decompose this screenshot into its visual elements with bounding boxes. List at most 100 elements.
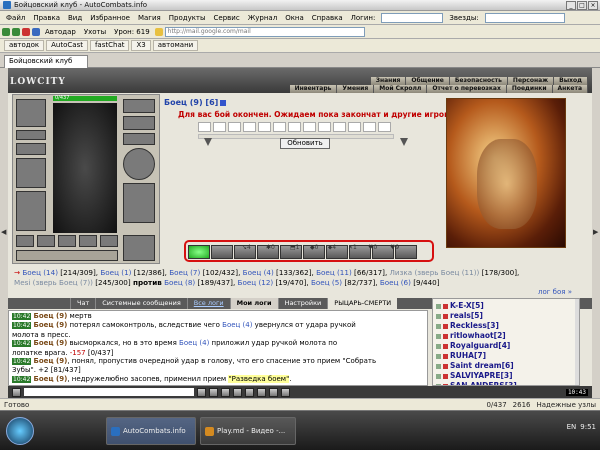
belt-slot-4[interactable] bbox=[79, 235, 97, 247]
private-msg-icon[interactable] bbox=[436, 333, 441, 339]
people-icon[interactable] bbox=[281, 387, 290, 397]
nav-exit[interactable]: Выход bbox=[554, 77, 588, 85]
private-msg-icon[interactable] bbox=[436, 343, 441, 349]
grid-cell[interactable] bbox=[273, 122, 286, 132]
left-arrow-icon[interactable]: ◀ bbox=[1, 228, 6, 236]
tray-clock[interactable]: 9:51 bbox=[580, 423, 596, 431]
grid-cell[interactable] bbox=[303, 122, 316, 132]
menu-file[interactable]: Файл bbox=[2, 14, 29, 22]
nav-knowledge[interactable]: Знания bbox=[370, 77, 407, 85]
tab-my-logs[interactable]: Мои логи bbox=[229, 298, 278, 309]
user-name[interactable]: SALVIYAPRE[3] bbox=[450, 371, 513, 381]
grid-cell[interactable] bbox=[243, 122, 256, 132]
right-arrow-icon[interactable]: ▶ bbox=[593, 228, 598, 236]
tab-settings[interactable]: Настройки bbox=[277, 298, 328, 309]
leggings-slot[interactable] bbox=[123, 183, 155, 223]
fighter-name[interactable]: Боец (8) bbox=[164, 278, 195, 287]
stop-icon[interactable] bbox=[22, 27, 30, 36]
user-row[interactable]: Saint dream[6] bbox=[436, 361, 576, 371]
user-name[interactable]: K-E-X[5] bbox=[450, 301, 484, 311]
fighter-name[interactable]: Боец (6) bbox=[380, 278, 411, 287]
grid-cell[interactable] bbox=[348, 122, 361, 132]
userlist-scrollbar[interactable] bbox=[575, 299, 579, 385]
door-icon[interactable] bbox=[269, 387, 278, 397]
login-input[interactable] bbox=[381, 12, 444, 23]
fight-log-link[interactable]: лог боя » bbox=[538, 288, 572, 296]
chat-menu-icon[interactable] bbox=[12, 387, 21, 397]
menu-favorites[interactable]: Избранное bbox=[86, 14, 134, 22]
task-autocombats[interactable]: AutoCombats.info bbox=[106, 417, 196, 445]
user-row[interactable]: reals[5] bbox=[436, 311, 576, 321]
send-icon[interactable] bbox=[197, 387, 206, 397]
clear-icon[interactable] bbox=[233, 387, 242, 397]
link-autocast[interactable]: AutoCast bbox=[46, 40, 88, 51]
fighter-name[interactable]: Боец (4) bbox=[222, 321, 252, 329]
maximize-button[interactable]: □ bbox=[577, 1, 587, 10]
private-msg-icon[interactable] bbox=[436, 303, 441, 309]
tab-chat[interactable]: Чат bbox=[70, 298, 95, 309]
menu-magic[interactable]: Магия bbox=[134, 14, 165, 22]
private-msg-icon[interactable] bbox=[436, 353, 441, 359]
grid-cell[interactable] bbox=[258, 122, 271, 132]
user-row[interactable]: Royalguard[4] bbox=[436, 341, 576, 351]
link-fastchat[interactable]: fastChat bbox=[89, 40, 130, 51]
fighter-name[interactable]: Боец (12) bbox=[238, 278, 274, 287]
grid-cell[interactable] bbox=[378, 122, 391, 132]
helmet-slot[interactable] bbox=[16, 99, 46, 127]
nav-skills[interactable]: Умения bbox=[337, 85, 375, 93]
belt-slot-3[interactable] bbox=[58, 235, 76, 247]
tab-system-messages[interactable]: Системные сообщения bbox=[95, 298, 187, 309]
link-automani[interactable]: автомани bbox=[152, 40, 199, 51]
grid-cell[interactable] bbox=[333, 122, 346, 132]
user-name[interactable]: Royalguard[4] bbox=[450, 341, 510, 351]
user-name[interactable]: RUHA[7] bbox=[450, 351, 486, 361]
user-name[interactable]: reals[5] bbox=[450, 311, 483, 321]
fighter-name[interactable]: Боец (9) bbox=[34, 357, 68, 365]
tab-fight-club[interactable]: Бойцовский клуб bbox=[4, 55, 88, 68]
gloves-slot[interactable] bbox=[123, 116, 155, 130]
grid-cell[interactable] bbox=[198, 122, 211, 132]
nav-character[interactable]: Персонаж bbox=[507, 77, 555, 85]
skill-slot-active[interactable] bbox=[188, 245, 210, 259]
grid-cell[interactable] bbox=[213, 122, 226, 132]
nav-transport-report[interactable]: Отчет о перевозках bbox=[427, 85, 507, 93]
user-name[interactable]: Saint dream[6] bbox=[450, 361, 514, 371]
private-msg-icon[interactable] bbox=[436, 373, 441, 379]
forward-icon[interactable] bbox=[12, 27, 20, 36]
skill-slot[interactable] bbox=[211, 245, 233, 259]
menu-service[interactable]: Сервис bbox=[210, 14, 244, 22]
info-icon[interactable] bbox=[220, 99, 227, 106]
grid-cell[interactable] bbox=[288, 122, 301, 132]
boots-slot[interactable] bbox=[123, 235, 155, 261]
fighter-name[interactable]: Боец (7) bbox=[169, 268, 200, 277]
fighter-name[interactable]: Боец (9) bbox=[34, 312, 68, 320]
stars-select[interactable] bbox=[484, 12, 565, 23]
menu-help[interactable]: Справка bbox=[308, 14, 347, 22]
fighter-name[interactable]: Боец (9) bbox=[34, 375, 68, 383]
chat-input[interactable] bbox=[24, 388, 194, 396]
smiles-icon[interactable] bbox=[209, 387, 218, 397]
fighter-name[interactable]: Mesi (зверь Боец (7)) bbox=[14, 278, 93, 287]
private-msg-icon[interactable] bbox=[436, 313, 441, 319]
start-button[interactable] bbox=[6, 417, 34, 445]
bag-slots[interactable] bbox=[16, 250, 118, 261]
fighter-name[interactable]: Лизка (зверь Боец (11)) bbox=[390, 268, 480, 277]
shield-slot[interactable] bbox=[123, 148, 155, 180]
close-button[interactable]: × bbox=[588, 1, 598, 10]
belt-slot-2[interactable] bbox=[37, 235, 55, 247]
belt-slot-5[interactable] bbox=[100, 235, 118, 247]
link-x3[interactable]: X3 bbox=[131, 40, 151, 51]
user-row[interactable]: K-E-X[5] bbox=[436, 301, 576, 311]
fighter-name[interactable]: Боец (5) bbox=[311, 278, 342, 287]
nav-inventory[interactable]: Инвентарь bbox=[289, 85, 338, 93]
nav-duels[interactable]: Поединки bbox=[506, 85, 553, 93]
armor-slot[interactable] bbox=[16, 191, 46, 231]
grid-cell[interactable] bbox=[228, 122, 241, 132]
player-info[interactable]: Боец (9) [6] bbox=[164, 98, 227, 107]
grid-cell[interactable] bbox=[363, 122, 376, 132]
nav-my-scroll[interactable]: Мой Скролл bbox=[374, 85, 428, 93]
private-msg-icon[interactable] bbox=[436, 323, 441, 329]
translit-icon[interactable] bbox=[221, 387, 230, 397]
user-row[interactable]: SALVIYAPRE[3] bbox=[436, 371, 576, 381]
fighter-name[interactable]: Боец (11) bbox=[316, 268, 352, 277]
